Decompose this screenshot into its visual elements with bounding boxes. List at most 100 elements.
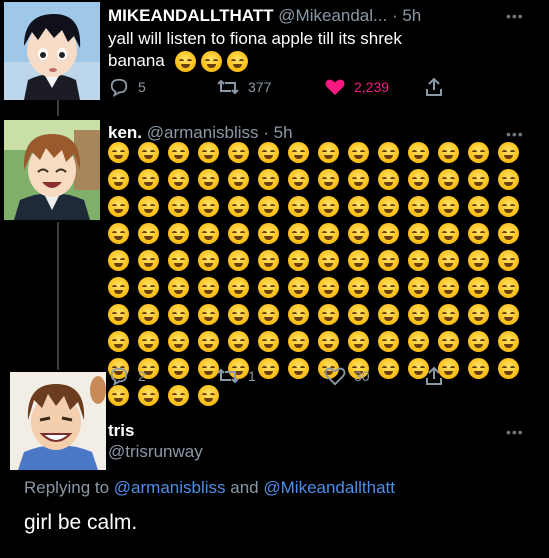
crying-laughing-emoji-icon (288, 250, 309, 271)
retweet-count: 377 (248, 79, 272, 95)
reply-text: girl be calm. (24, 511, 138, 534)
crying-laughing-emoji-icon (438, 223, 459, 244)
crying-laughing-emoji-icon (168, 223, 189, 244)
crying-laughing-emoji-icon (228, 169, 249, 190)
crying-laughing-emoji-icon (138, 196, 159, 217)
avatar[interactable] (4, 2, 100, 100)
crying-laughing-emoji-icon (258, 250, 279, 271)
crying-laughing-emoji-icon (288, 169, 309, 190)
crying-laughing-emoji-icon (408, 223, 429, 244)
crying-laughing-emoji-icon (498, 277, 519, 298)
reply-button[interactable]: 5 (108, 77, 216, 97)
timestamp[interactable]: · 5h (263, 123, 292, 142)
crying-laughing-emoji-icon (318, 331, 339, 352)
crying-laughing-emoji-icon (378, 304, 399, 325)
crying-laughing-emoji-icon (228, 304, 249, 325)
crying-laughing-emoji-icon (258, 331, 279, 352)
crying-laughing-emoji-icon (258, 223, 279, 244)
more-dots-icon[interactable]: ••• (506, 126, 524, 142)
reply-button[interactable]: 2 (108, 366, 216, 386)
crying-laughing-emoji-icon (108, 250, 129, 271)
crying-laughing-emoji-icon (408, 304, 429, 325)
crying-laughing-emoji-icon (348, 196, 369, 217)
crying-laughing-emoji-icon (228, 142, 249, 163)
retweet-button[interactable]: 377 (216, 77, 324, 97)
display-name[interactable]: ken. (108, 123, 142, 142)
crying-laughing-emoji-icon (498, 304, 519, 325)
crying-laughing-emoji-icon (498, 142, 519, 163)
crying-laughing-emoji-icon (438, 142, 459, 163)
crying-laughing-emoji-icon (438, 304, 459, 325)
crying-laughing-emoji-icon (168, 385, 189, 406)
avatar[interactable] (4, 120, 100, 220)
crying-laughing-emoji-icon (318, 196, 339, 217)
share-button[interactable] (424, 77, 444, 97)
reply-author-handle[interactable]: @trisrunway (108, 442, 203, 462)
crying-laughing-emoji-icon (198, 196, 219, 217)
crying-laughing-emoji-icon (348, 169, 369, 190)
crying-laughing-emoji-icon (258, 277, 279, 298)
crying-laughing-emoji-icon (468, 196, 489, 217)
handle[interactable]: @armanisbliss (147, 123, 259, 142)
crying-laughing-emoji-icon (138, 250, 159, 271)
share-button[interactable] (424, 366, 444, 386)
crying-laughing-emoji-icon (228, 223, 249, 244)
heart-icon (325, 79, 345, 96)
replying-and-label: and (230, 478, 259, 497)
tweet-actions: 2 1 30 (108, 366, 444, 386)
more-dots-icon[interactable]: ••• (506, 8, 524, 24)
crying-laughing-emoji-icon (318, 304, 339, 325)
display-name[interactable]: MIKEANDALLTHATT (108, 6, 274, 25)
crying-laughing-emoji-icon (498, 223, 519, 244)
crying-laughing-emoji-icon (258, 142, 279, 163)
crying-laughing-emoji-icon (168, 277, 189, 298)
crying-laughing-emoji-icon (288, 331, 309, 352)
tweet-header: MIKEANDALLTHATT @Mikeandal... · 5h (108, 6, 421, 26)
crying-laughing-emoji-icon (438, 331, 459, 352)
crying-laughing-emoji-icon (408, 142, 429, 163)
replying-to-label: Replying to (24, 478, 110, 497)
more-dots-icon[interactable]: ••• (506, 424, 524, 440)
crying-laughing-emoji-icon (228, 277, 249, 298)
crying-laughing-emoji-icon (318, 223, 339, 244)
heart-icon (324, 367, 346, 386)
like-button[interactable]: 30 (324, 366, 424, 386)
crying-laughing-emoji-icon (318, 169, 339, 190)
crying-laughing-emoji-icon (468, 223, 489, 244)
crying-laughing-emoji-icon (198, 277, 219, 298)
reply-author-name[interactable]: tris (108, 421, 134, 441)
share-icon (426, 366, 442, 385)
timestamp[interactable]: · 5h (392, 6, 421, 25)
crying-laughing-emoji-icon (318, 142, 339, 163)
crying-laughing-emoji-icon (498, 358, 519, 379)
reply-count: 2 (138, 368, 146, 384)
handle[interactable]: @Mikeandal... (278, 6, 387, 25)
retweet-button[interactable]: 1 (216, 366, 324, 386)
crying-laughing-emoji-icon (108, 169, 129, 190)
thread-line (57, 222, 59, 370)
crying-laughing-emoji-icon (198, 250, 219, 271)
crying-laughing-emoji-icon (228, 250, 249, 271)
share-icon (426, 77, 442, 96)
crying-laughing-emoji-icon (258, 169, 279, 190)
crying-laughing-emoji-icon (438, 250, 459, 271)
crying-laughing-emoji-icon (468, 304, 489, 325)
crying-laughing-emoji-icon (108, 304, 129, 325)
reply-bubble-icon (110, 367, 128, 386)
crying-laughing-emoji-icon (348, 142, 369, 163)
crying-laughing-emoji-icon (408, 169, 429, 190)
replying-to: Replying to @armanisbliss and @Mikeandal… (24, 478, 395, 498)
crying-laughing-emoji-icon (258, 304, 279, 325)
crying-laughing-emoji-icon (378, 331, 399, 352)
crying-laughing-emoji-icon (138, 169, 159, 190)
mention-link[interactable]: @armanisbliss (114, 478, 226, 497)
avatar[interactable] (10, 372, 106, 470)
crying-laughing-emoji-icon (138, 304, 159, 325)
crying-laughing-emoji-icon (138, 223, 159, 244)
crying-laughing-emoji-icon (108, 277, 129, 298)
thread-line (57, 100, 59, 116)
crying-laughing-emoji-icon (468, 142, 489, 163)
like-button[interactable]: 2,239 (324, 77, 424, 97)
crying-laughing-emoji-icon (258, 196, 279, 217)
mention-link[interactable]: @Mikeandallthatt (263, 478, 395, 497)
